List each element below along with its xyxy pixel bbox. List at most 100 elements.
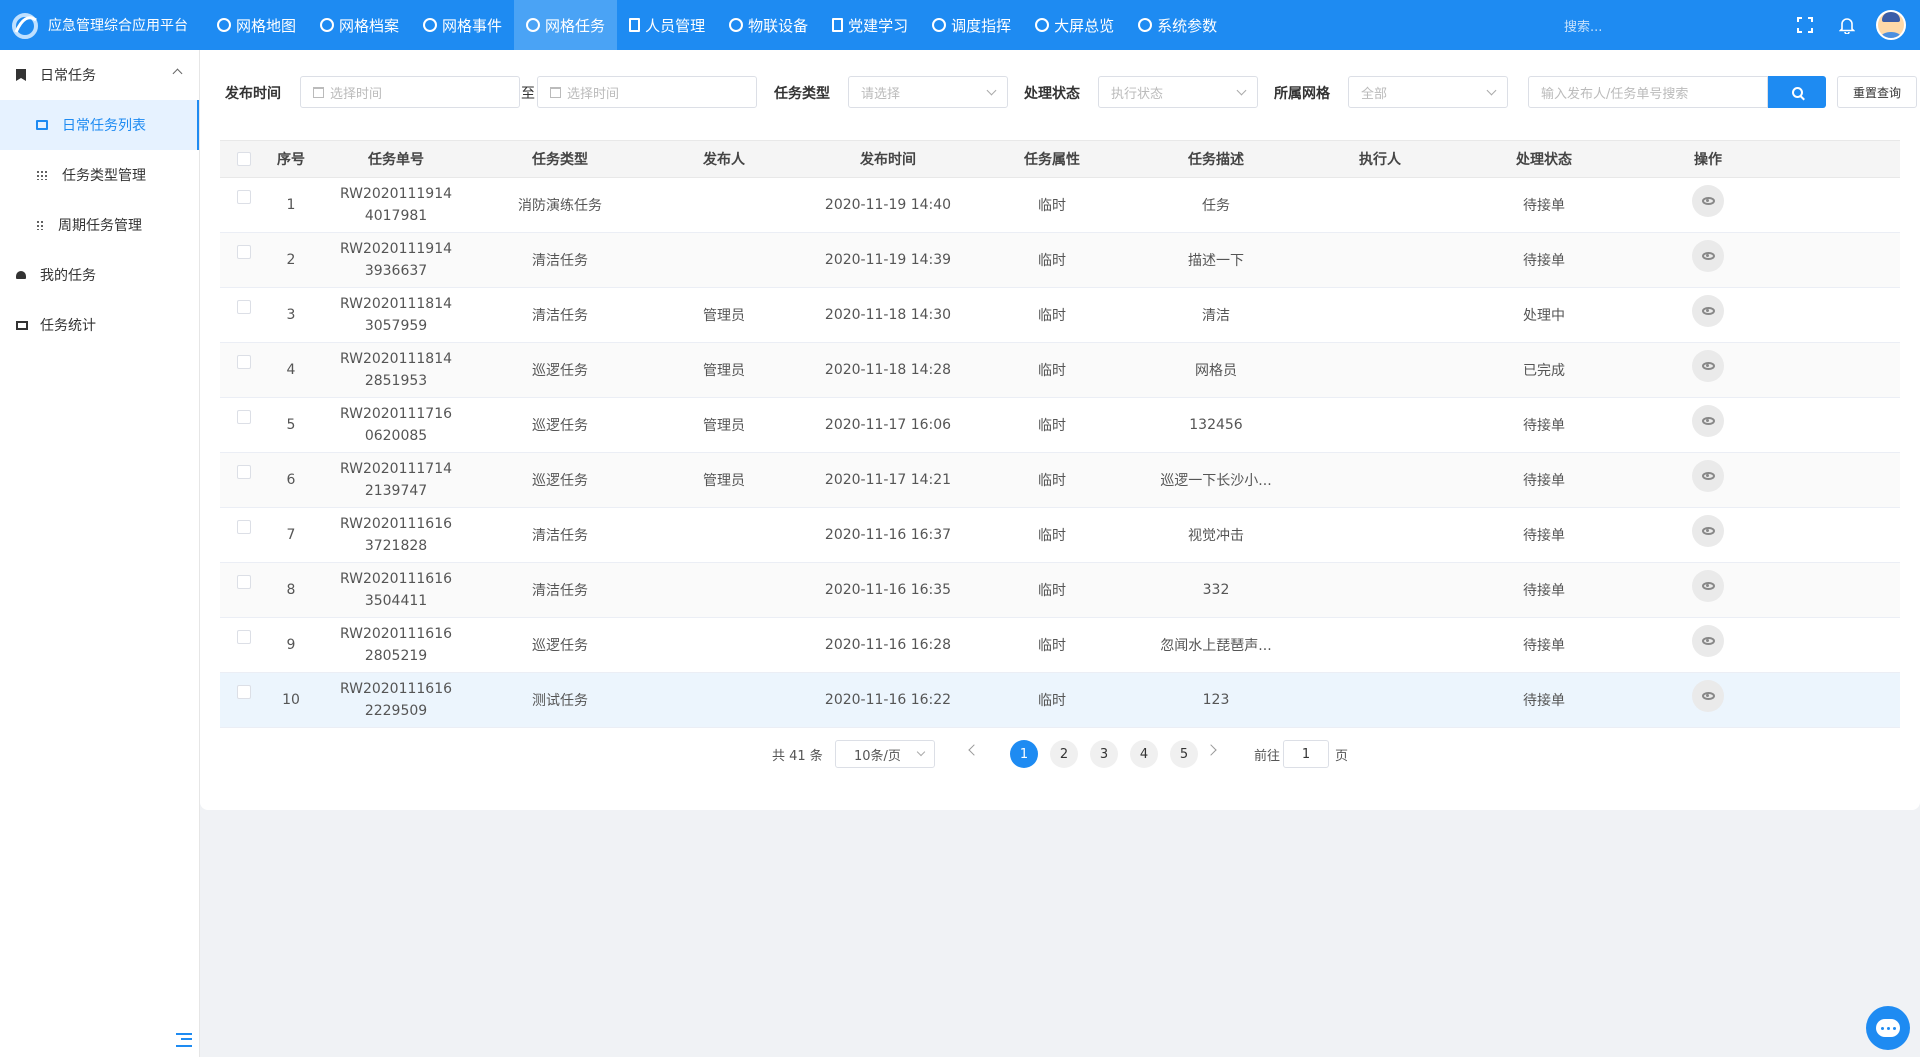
- cell-desc: 描述一下: [1134, 233, 1298, 287]
- cell-text: 已完成: [1523, 363, 1565, 379]
- view-button[interactable]: [1692, 295, 1724, 327]
- page-number[interactable]: 4: [1130, 740, 1158, 768]
- nav-item-grid-map[interactable]: 网格地图: [205, 0, 308, 50]
- row-checkbox[interactable]: [237, 685, 251, 699]
- search-button[interactable]: [1768, 76, 1826, 108]
- nav-item-party-study[interactable]: 党建学习: [820, 0, 920, 50]
- table-row[interactable]: 2 RW20201119143936637 清洁任务 2020-11-19 14:39…: [220, 233, 1900, 288]
- cell-text: 2020-11-16 16:37: [824, 527, 952, 543]
- table-row[interactable]: 4 RW20201118142851953 巡逻任务 管理员 2020-11-18 14…: [220, 343, 1900, 398]
- row-select-cell[interactable]: [220, 673, 268, 727]
- table-row[interactable]: 6 RW20201117142139747 巡逻任务 管理员 2020-11-17 14…: [220, 453, 1900, 508]
- nav-item-big-screen[interactable]: 大屏总览: [1023, 0, 1126, 50]
- view-button[interactable]: [1692, 240, 1724, 272]
- cell-time: 2020-11-17 14:21: [806, 453, 970, 507]
- table-row[interactable]: 8 RW20201116163504411 清洁任务 2020-11-16 16:35…: [220, 563, 1900, 618]
- row-checkbox[interactable]: [237, 245, 251, 259]
- sidebar-item-my-tasks[interactable]: 我的任务: [0, 250, 199, 300]
- keyword-search-input[interactable]: 输入发布人/任务单号搜索: [1528, 76, 1768, 108]
- table-row[interactable]: 9 RW20201116162805219 巡逻任务 2020-11-16 16:28…: [220, 618, 1900, 673]
- nav-item-iot-devices[interactable]: 物联设备: [717, 0, 820, 50]
- row-select-cell[interactable]: [220, 288, 268, 342]
- grid-select[interactable]: 全部: [1348, 76, 1508, 108]
- page-number[interactable]: 1: [1010, 740, 1038, 768]
- nav-item-grid-archive[interactable]: 网格档案: [308, 0, 411, 50]
- select-all-checkbox[interactable]: [237, 152, 251, 166]
- cell-actions: [1626, 673, 1790, 727]
- view-button[interactable]: [1692, 515, 1724, 547]
- start-date-input[interactable]: 选择时间: [300, 76, 520, 108]
- table-row[interactable]: 10 RW20201116162229509 测试任务 2020-11-16 16:2…: [220, 673, 1900, 728]
- nav-item-dispatch[interactable]: 调度指挥: [920, 0, 1023, 50]
- view-button[interactable]: [1692, 185, 1724, 217]
- reset-query-button[interactable]: 重置查询: [1837, 76, 1917, 108]
- row-select-cell[interactable]: [220, 343, 268, 397]
- top-search-input[interactable]: 搜索...: [1544, 16, 1744, 35]
- row-select-cell[interactable]: [220, 618, 268, 672]
- brand[interactable]: 应急管理综合应用平台: [0, 10, 205, 40]
- nav-item-personnel[interactable]: 人员管理: [617, 0, 717, 50]
- bell-icon[interactable]: [1826, 0, 1868, 50]
- collapse-sidebar-icon[interactable]: [176, 1033, 192, 1047]
- sidebar-item-daily-task-list[interactable]: 日常任务列表: [0, 100, 199, 150]
- page-number[interactable]: 3: [1090, 740, 1118, 768]
- row-checkbox[interactable]: [237, 520, 251, 534]
- nav-item-system-params[interactable]: 系统参数: [1126, 0, 1229, 50]
- cell-publisher: 管理员: [642, 343, 806, 397]
- table-row[interactable]: 5 RW20201117160620085 巡逻任务 管理员 2020-11-17 16…: [220, 398, 1900, 453]
- cell-text: 清洁任务: [532, 583, 588, 599]
- end-date-input[interactable]: 选择时间: [537, 76, 757, 108]
- row-select-cell[interactable]: [220, 508, 268, 562]
- view-button[interactable]: [1692, 350, 1724, 382]
- select-all-cell[interactable]: [220, 141, 268, 177]
- row-checkbox[interactable]: [237, 410, 251, 424]
- cell-actions: [1626, 398, 1790, 452]
- cell-executor: [1298, 673, 1462, 727]
- goto-page-input[interactable]: 1: [1283, 740, 1329, 768]
- cell-no: 5: [268, 398, 314, 452]
- cell-type: 测试任务: [478, 673, 642, 727]
- row-checkbox[interactable]: [237, 300, 251, 314]
- view-button[interactable]: [1692, 625, 1724, 657]
- page-number[interactable]: 5: [1170, 740, 1198, 768]
- row-select-cell[interactable]: [220, 563, 268, 617]
- table-row[interactable]: 1 RW20201119144017981 消防演练任务 2020-11-19 14:…: [220, 178, 1900, 233]
- sidebar-item-periodic-task-mgmt[interactable]: 周期任务管理: [0, 200, 199, 250]
- chat-button[interactable]: [1866, 1006, 1910, 1050]
- cell-code: RW20201118142851953: [314, 343, 478, 397]
- table-row[interactable]: 3 RW20201118143057959 清洁任务 管理员 2020-11-18 14…: [220, 288, 1900, 343]
- sidebar-item-task-stats[interactable]: 任务统计: [0, 300, 199, 350]
- status-select[interactable]: 执行状态: [1098, 76, 1258, 108]
- next-page-icon[interactable]: [1205, 744, 1217, 756]
- top-right-tools: 搜索...: [1544, 0, 1920, 50]
- row-checkbox[interactable]: [237, 190, 251, 204]
- cell-text: 管理员: [703, 308, 745, 324]
- row-checkbox[interactable]: [237, 575, 251, 589]
- view-button[interactable]: [1692, 570, 1724, 602]
- nav-item-grid-event[interactable]: 网格事件: [411, 0, 514, 50]
- table-row[interactable]: 7 RW20201116163721828 清洁任务 2020-11-16 16:37…: [220, 508, 1900, 563]
- row-select-cell[interactable]: [220, 178, 268, 232]
- page-size-select[interactable]: 10条/页: [835, 740, 935, 768]
- view-button[interactable]: [1692, 405, 1724, 437]
- sidebar-item-task-type-mgmt[interactable]: 任务类型管理: [0, 150, 199, 200]
- row-checkbox[interactable]: [237, 465, 251, 479]
- user-avatar[interactable]: [1876, 10, 1906, 40]
- row-select-cell[interactable]: [220, 453, 268, 507]
- eye-icon: [1701, 527, 1715, 535]
- row-checkbox[interactable]: [237, 355, 251, 369]
- prev-page-icon[interactable]: [968, 744, 980, 756]
- row-select-cell[interactable]: [220, 398, 268, 452]
- page-number[interactable]: 2: [1050, 740, 1078, 768]
- row-select-cell[interactable]: [220, 233, 268, 287]
- task-type-select[interactable]: 请选择: [848, 76, 1008, 108]
- fullscreen-icon[interactable]: [1784, 0, 1826, 50]
- cell-text: RW20201119143936637: [339, 241, 453, 279]
- cell-status: 待接单: [1462, 508, 1626, 562]
- nav-item-grid-task[interactable]: 网格任务: [514, 0, 618, 50]
- sidebar-group-daily-tasks[interactable]: 日常任务: [0, 50, 199, 100]
- view-button[interactable]: [1692, 460, 1724, 492]
- row-checkbox[interactable]: [237, 630, 251, 644]
- view-button[interactable]: [1692, 680, 1724, 712]
- eye-icon: [1701, 472, 1715, 480]
